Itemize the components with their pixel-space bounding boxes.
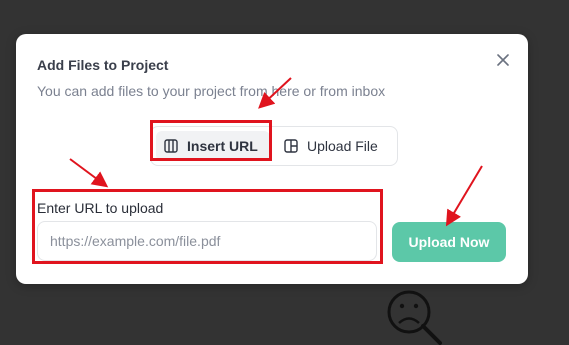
tab-insert-url[interactable]: Insert URL bbox=[156, 131, 270, 161]
tab-upload-file[interactable]: Upload File bbox=[276, 131, 392, 161]
modal-title: Add Files to Project bbox=[37, 57, 169, 73]
sad-face-icon bbox=[387, 290, 442, 345]
layout-icon bbox=[284, 139, 298, 153]
add-files-modal: Add Files to Project You can add files t… bbox=[16, 34, 528, 284]
modal-subtitle: You can add files to your project from h… bbox=[37, 83, 386, 99]
upload-now-button[interactable]: Upload Now bbox=[392, 222, 506, 262]
url-input[interactable] bbox=[37, 221, 377, 261]
url-field-label: Enter URL to upload bbox=[37, 200, 164, 216]
close-icon bbox=[497, 54, 509, 66]
columns-icon bbox=[164, 139, 178, 153]
source-tab-group: Insert URL Upload File bbox=[150, 126, 398, 166]
tab-insert-url-label: Insert URL bbox=[187, 138, 258, 154]
page: Add Files to Project You can add files t… bbox=[0, 0, 569, 345]
tab-upload-file-label: Upload File bbox=[307, 138, 378, 154]
close-button[interactable] bbox=[494, 51, 512, 69]
